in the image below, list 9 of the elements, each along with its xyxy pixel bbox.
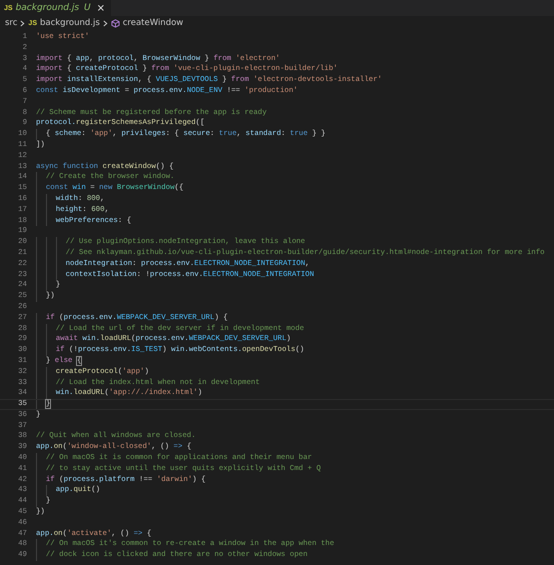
file-name: background.js: [16, 3, 80, 13]
breadcrumb-item[interactable]: createWindow: [122, 18, 184, 28]
breadcrumb-item[interactable]: src: [5, 18, 18, 28]
cube-icon: [110, 18, 120, 28]
chevron-icon: [20, 20, 26, 26]
breadcrumb-item[interactable]: background.js: [40, 18, 100, 28]
untracked-marker: U: [84, 3, 91, 13]
chevron-icon: [102, 20, 108, 26]
close-button[interactable]: ×: [96, 2, 106, 14]
